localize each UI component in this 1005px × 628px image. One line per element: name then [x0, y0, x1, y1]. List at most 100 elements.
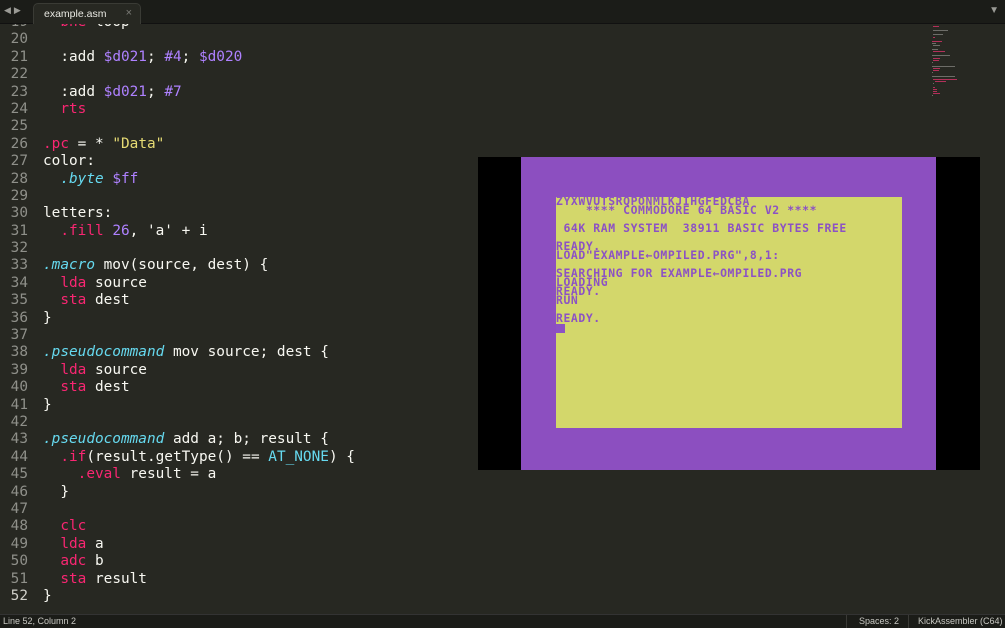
line-number: 47	[10, 500, 28, 517]
code-line[interactable]: 32	[0, 240, 470, 257]
minimap-line	[932, 95, 933, 97]
indentation-setting[interactable]: Spaces: 2	[859, 616, 899, 626]
code-text: lda source	[43, 275, 147, 292]
code-line[interactable]: 34 lda source	[0, 275, 470, 292]
code-text: }	[43, 588, 52, 605]
code-token: dest	[86, 292, 130, 309]
line-number: 41	[10, 396, 28, 413]
line-number: 48	[10, 518, 28, 535]
code-line[interactable]: 49 lda a	[0, 536, 470, 553]
syntax-selector[interactable]: KickAssembler (C64)	[918, 616, 1003, 626]
code-token: "Data"	[112, 135, 165, 152]
line-number: 26	[10, 135, 28, 152]
emulator-window: ZYXWVUTSRQPONMLKJIHGFEDCBA **** COMMODOR…	[478, 157, 980, 470]
code-line[interactable]: 28 .byte $ff	[0, 171, 470, 188]
arrow-left-icon[interactable]: ◀	[4, 5, 14, 15]
code-line[interactable]: 46 }	[0, 484, 470, 501]
code-line[interactable]: 22	[0, 66, 470, 83]
code-token: ;	[181, 48, 199, 65]
code-line[interactable]: 45 .eval result = a	[0, 466, 470, 483]
code-line[interactable]: 39 lda source	[0, 362, 470, 379]
code-line[interactable]: 48 clc	[0, 518, 470, 535]
code-line[interactable]: 35 sta dest	[0, 292, 470, 309]
line-number: 22	[10, 66, 28, 83]
code-token: lda	[60, 361, 87, 378]
code-token: .eval	[77, 466, 121, 483]
line-number: 21	[10, 48, 28, 65]
line-number: 28	[10, 170, 28, 187]
code-line[interactable]: 31 .fill 26, 'a' + i	[0, 223, 470, 240]
code-text: }	[43, 310, 52, 327]
code-token: }	[43, 309, 52, 326]
code-line[interactable]: 47	[0, 501, 470, 518]
code-line[interactable]: 20	[0, 31, 470, 48]
minimap-line	[933, 26, 939, 27]
code-line[interactable]: 25	[0, 118, 470, 135]
code-text: rts	[43, 101, 86, 118]
code-line[interactable]: 52}	[0, 588, 470, 605]
code-token: ;	[146, 83, 165, 100]
minimap-line	[932, 55, 951, 57]
code-line[interactable]: 50 adc b	[0, 553, 470, 570]
code-line[interactable]: 42	[0, 414, 470, 431]
code-token: :add	[43, 48, 104, 65]
emulator-border: ZYXWVUTSRQPONMLKJIHGFEDCBA **** COMMODOR…	[521, 157, 936, 470]
code-line[interactable]: 38 .pseudocommand mov source; dest {	[0, 344, 470, 361]
chevron-down-icon[interactable]: ▼	[989, 5, 999, 16]
code-token: $ff	[112, 170, 139, 187]
code-line[interactable]: 23 :add $d021; #7	[0, 84, 470, 101]
code-line[interactable]: 24 rts	[0, 101, 470, 118]
line-number: 46	[10, 483, 28, 500]
code-token: a	[86, 535, 104, 552]
line-number: 43	[10, 431, 28, 448]
minimap-line	[933, 30, 949, 32]
minimap-line	[933, 70, 939, 72]
line-number: 39	[10, 361, 28, 378]
code-line[interactable]: 29	[0, 188, 470, 205]
code-token: .pseudocommand	[43, 431, 165, 448]
code-line[interactable]: 51 sta result	[0, 571, 470, 588]
code-line[interactable]: 19 bne loop	[0, 24, 470, 31]
minimap[interactable]	[932, 26, 962, 101]
line-number: 27	[10, 153, 28, 170]
code-token: }	[43, 396, 52, 413]
line-number: 40	[10, 379, 28, 396]
code-line[interactable]: 40 sta dest	[0, 379, 470, 396]
code-line[interactable]: 36}	[0, 310, 470, 327]
minimap-line	[933, 86, 936, 88]
line-number: 19	[0, 24, 28, 31]
minimap-line	[933, 78, 958, 80]
tab-bar: ◀▶ example.asm × ▼	[0, 0, 1005, 24]
arrow-right-icon[interactable]: ▶	[14, 5, 24, 15]
code-line[interactable]: 41}	[0, 397, 470, 414]
status-divider	[908, 615, 909, 628]
code-line[interactable]: 27 color:	[0, 153, 470, 170]
code-token: b	[86, 553, 104, 570]
code-line[interactable]: 44 .if(result.getType() == AT_NONE) {	[0, 449, 470, 466]
line-number: 51	[10, 570, 28, 587]
minimap-line	[933, 59, 939, 61]
code-token: ) {	[328, 448, 355, 465]
close-icon[interactable]: ×	[126, 7, 132, 19]
code-line[interactable]: 26 .pc = * "Data"	[0, 136, 470, 153]
tab-example-asm[interactable]: example.asm ×	[33, 3, 141, 24]
code-line[interactable]: 43 .pseudocommand add a; b; result {	[0, 431, 470, 448]
minimap-line	[934, 80, 946, 82]
minimap-line	[933, 68, 941, 69]
code-line[interactable]: 33 .macro mov(source, dest) {	[0, 257, 470, 274]
code-line[interactable]: 37	[0, 327, 470, 344]
code-text: color:	[43, 153, 95, 170]
code-line[interactable]: 21 :add $d021; #4; $d020	[0, 49, 470, 66]
code-text: .byte $ff	[43, 171, 138, 188]
minimap-line	[933, 93, 941, 95]
line-number: 23	[10, 83, 28, 100]
code-token: letters:	[43, 205, 113, 222]
minimap-line	[933, 51, 946, 53]
code-token: clc	[60, 518, 87, 535]
code-token: color:	[43, 153, 95, 170]
code-line[interactable]: 30 letters:	[0, 205, 470, 222]
code-token: 26	[112, 222, 130, 239]
c64-line: 64K RAM SYSTEM 38911 BASIC BYTES FREE	[556, 221, 847, 235]
